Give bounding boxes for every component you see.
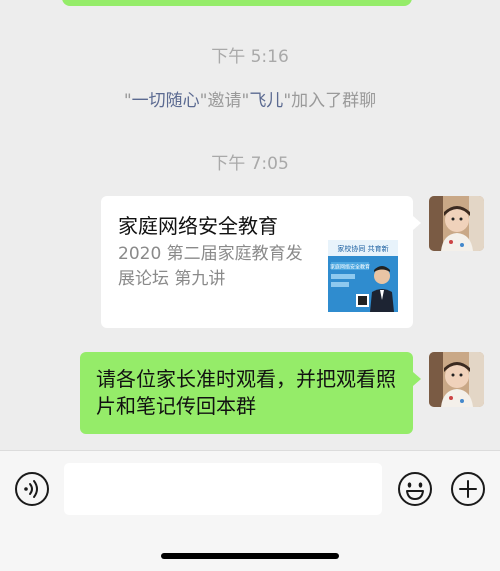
voice-icon[interactable] — [14, 471, 50, 507]
joined-text: "加入了群聊 — [283, 91, 377, 111]
text-message-bubble[interactable]: 请各位家长准时观看，并把观看照片和笔记传回本群 — [80, 352, 421, 434]
home-indicator[interactable] — [161, 553, 339, 559]
plus-icon[interactable] — [450, 471, 486, 507]
link-card-message[interactable]: 家庭网络安全教育 2020 第二届家庭教育发展论坛 第九讲 家校协同 共育新 家… — [101, 196, 421, 328]
previous-message-bubble[interactable] — [62, 0, 412, 6]
message-input[interactable] — [64, 463, 382, 515]
user-avatar[interactable] — [429, 352, 484, 407]
invitee-name[interactable]: 飞儿 — [249, 91, 283, 111]
link-card-description: 2020 第二届家庭教育发展论坛 第九讲 — [118, 244, 303, 289]
inviter-name[interactable]: 一切随心 — [132, 91, 200, 111]
thumb-caption-text: 家庭网络安全教育 — [330, 264, 370, 271]
message-text: 请各位家长准时观看，并把观看照片和笔记传回本群 — [96, 367, 396, 418]
invite-text: "邀请" — [199, 91, 250, 111]
emoji-icon[interactable] — [397, 471, 433, 507]
timestamp: 下午 7:05 — [211, 154, 289, 174]
system-message: "一切随心"邀请"飞儿"加入了群聊 — [0, 86, 500, 111]
link-card-title: 家庭网络安全教育 — [118, 214, 278, 238]
thumb-header-text: 家校协同 共育新 — [337, 244, 388, 253]
chat-input-bar — [0, 450, 500, 571]
timestamp: 下午 5:16 — [211, 47, 289, 67]
user-avatar[interactable] — [429, 196, 484, 251]
link-card-thumbnail: 家校协同 共育新 家庭网络安全教育 — [328, 240, 398, 312]
quote-mark: " — [123, 91, 132, 111]
